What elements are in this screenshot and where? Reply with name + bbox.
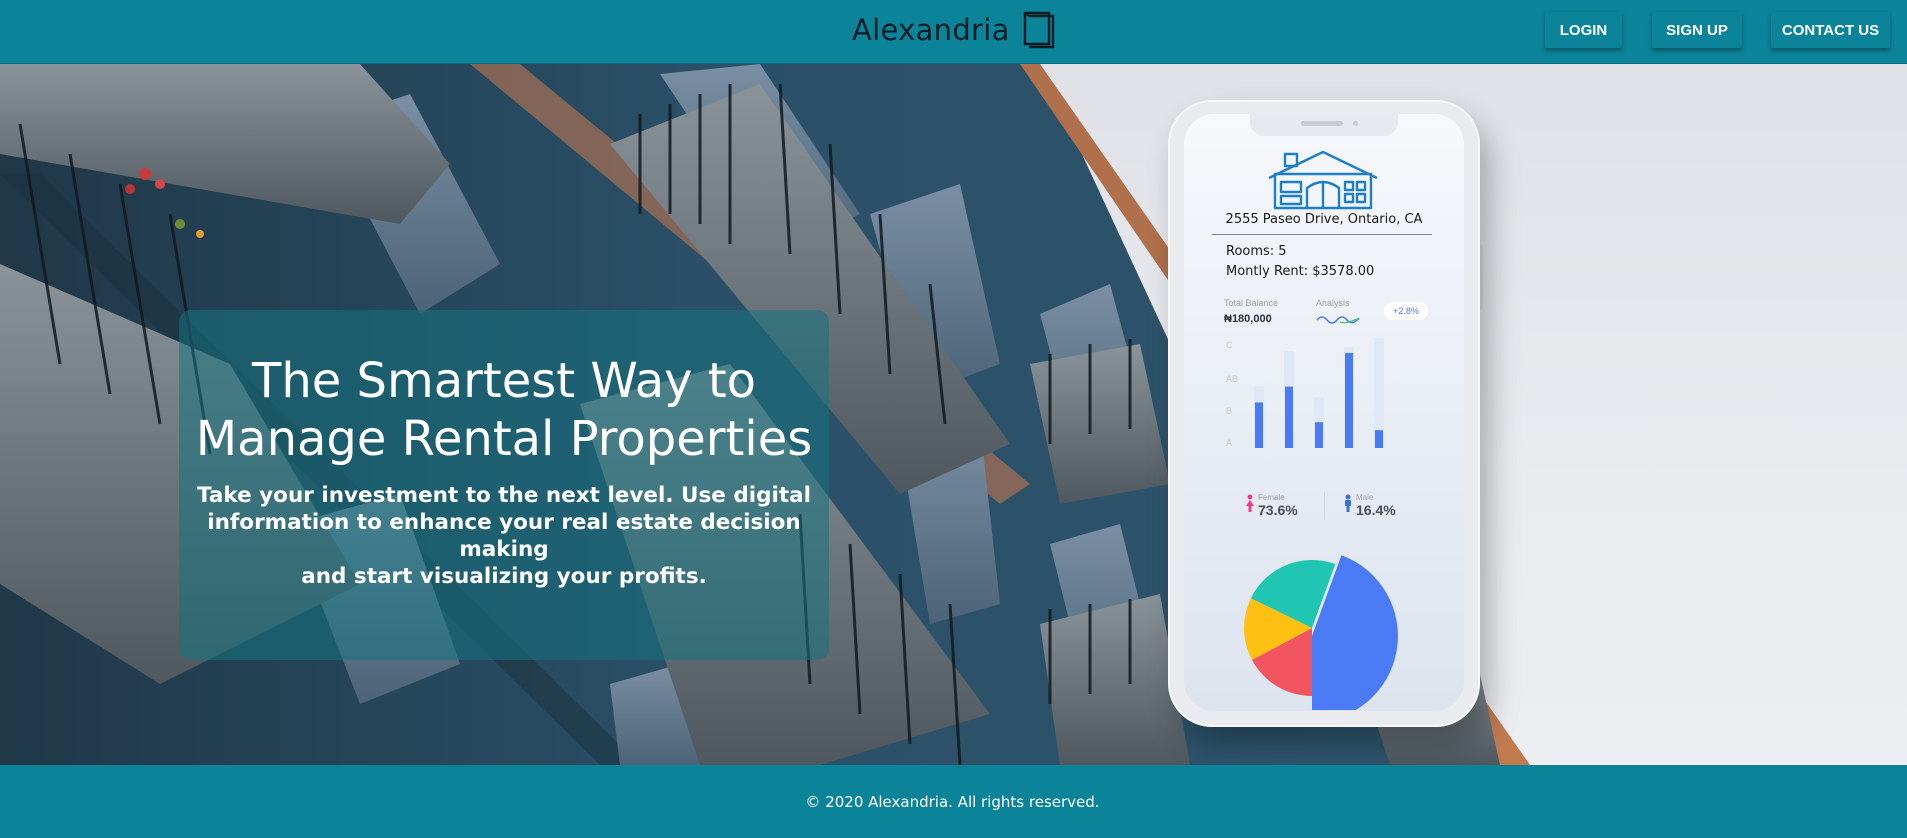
contact-us-button[interactable]: CONTACT US (1771, 12, 1890, 48)
change-badge: +2.8% (1384, 302, 1428, 320)
bar-axis-label: C (1226, 340, 1233, 350)
hero-card: The Smartest Way to Manage Rental Proper… (179, 310, 829, 660)
male-label: Male (1356, 493, 1374, 502)
female-label: Female (1258, 493, 1285, 502)
hero-title-line1: The Smartest Way to (252, 353, 756, 409)
analysis-wave-icon (1316, 316, 1360, 324)
phone-camera (1353, 121, 1358, 126)
male-value: 16.4% (1356, 502, 1396, 518)
bar (1315, 422, 1323, 448)
copyright-text: © 2020 Alexandria. All rights reserved. (805, 792, 1100, 811)
site-header: Alexandria LOGIN SIGN UP CONTACT US (0, 0, 1907, 64)
phone-screen: 2555 Paseo Drive, Ontario, CA Rooms: 5 M… (1184, 114, 1464, 711)
bar-axis-label: A (1226, 438, 1232, 448)
male-icon (1345, 494, 1351, 512)
hero-title-line2: Manage Rental Properties (195, 411, 813, 467)
bar (1255, 402, 1263, 448)
total-balance-label: Total Balance (1224, 298, 1279, 308)
brand[interactable]: Alexandria (852, 10, 1058, 50)
property-rent: Montly Rent: $3578.00 (1226, 264, 1375, 279)
signup-button[interactable]: SIGN UP (1652, 12, 1742, 48)
female-value: 73.6% (1258, 502, 1298, 518)
phone-notch (1250, 114, 1398, 136)
house-icon (1268, 150, 1378, 210)
female-icon (1246, 494, 1254, 512)
bar-axis-label: B (1226, 406, 1232, 416)
phone-speaker (1301, 121, 1343, 126)
address-divider (1212, 234, 1432, 235)
hero-title: The Smartest Way to Manage Rental Proper… (179, 352, 829, 468)
bar (1345, 352, 1353, 448)
login-button[interactable]: LOGIN (1545, 12, 1622, 48)
bar-axis-label: AB (1226, 374, 1238, 384)
book-icon (1023, 11, 1054, 49)
brand-name: Alexandria (852, 13, 1010, 47)
hero-subtitle: Take your investment to the next level. … (179, 482, 829, 590)
property-rooms: Rooms: 5 (1226, 244, 1287, 259)
legend-divider (1324, 492, 1325, 520)
bar-chart: C AB B A (1226, 338, 1384, 448)
hero-section: The Smartest Way to Manage Rental Proper… (0, 64, 1907, 765)
pie-chart (1244, 555, 1398, 710)
hero-subtitle-line1: Take your investment to the next level. … (196, 483, 812, 508)
site-footer: © 2020 Alexandria. All rights reserved. (0, 765, 1907, 838)
hero-subtitle-line3: and start visualizing your profits. (301, 564, 707, 589)
phone-mockup: 2555 Paseo Drive, Ontario, CA Rooms: 5 M… (1168, 100, 1480, 727)
hero-subtitle-line2: information to enhance your real estate … (207, 510, 801, 562)
property-address: 2555 Paseo Drive, Ontario, CA (1225, 212, 1423, 227)
analysis-label: Analysis (1316, 298, 1350, 308)
bar (1285, 386, 1293, 448)
bar (1375, 430, 1383, 448)
total-balance-value: ₦180,000 (1224, 313, 1272, 325)
